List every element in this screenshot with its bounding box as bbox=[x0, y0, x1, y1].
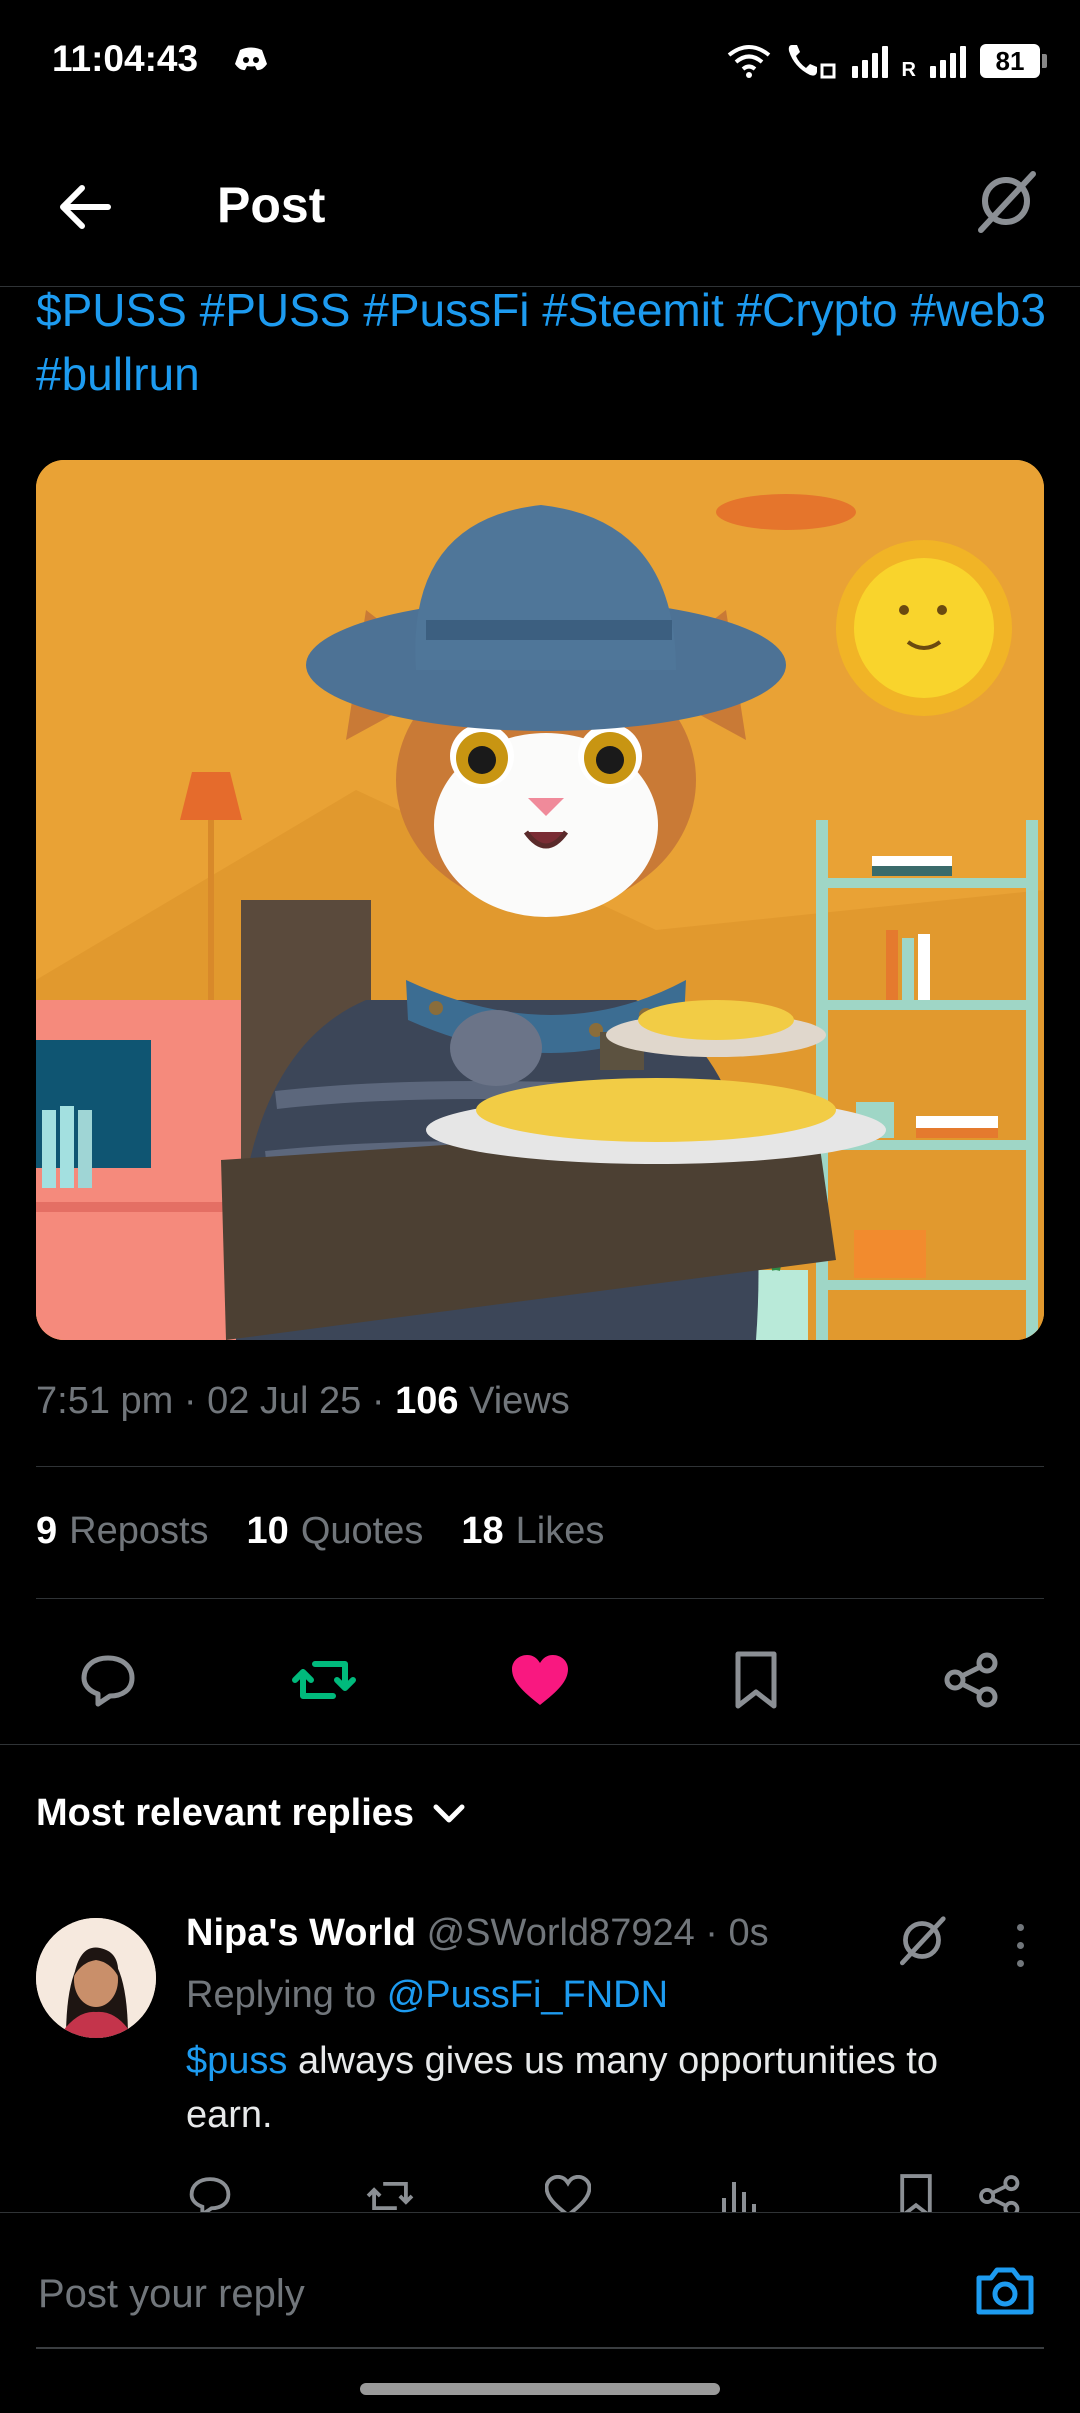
stats-divider bbox=[36, 1598, 1044, 1599]
discord-icon bbox=[235, 47, 267, 71]
reply-time: 0s bbox=[728, 1912, 769, 1954]
back-button[interactable] bbox=[50, 172, 120, 242]
repost-icon bbox=[292, 1661, 356, 1699]
status-indicators: R 81 bbox=[726, 38, 1047, 84]
reposts-stat[interactable]: 9 Reposts bbox=[36, 1510, 209, 1553]
reply-input[interactable] bbox=[36, 2253, 940, 2335]
grok-button[interactable] bbox=[970, 165, 1042, 237]
page-title: Post bbox=[217, 177, 326, 233]
camera-icon bbox=[976, 2267, 1034, 2315]
signal-2-icon bbox=[930, 44, 966, 78]
grok-icon bbox=[899, 1916, 946, 1966]
post-stats: 9 Reposts 10 Quotes 18 Likes bbox=[36, 1510, 604, 1553]
cat-illustration bbox=[36, 460, 1044, 1340]
likes-stat[interactable]: 18 Likes bbox=[461, 1510, 604, 1553]
reply-cashtag[interactable]: $puss bbox=[186, 2040, 287, 2082]
reply-text: $puss always gives us many opportunities… bbox=[186, 2034, 1026, 2142]
like-button[interactable] bbox=[500, 1640, 580, 1720]
more-icon[interactable] bbox=[1000, 1918, 1040, 1972]
share-button[interactable] bbox=[932, 1640, 1012, 1720]
battery-level: 81 bbox=[995, 45, 1025, 76]
repost-button[interactable] bbox=[284, 1640, 364, 1720]
avatar-image bbox=[36, 1918, 156, 2038]
replying-to-handle[interactable]: @PussFi_FNDN bbox=[387, 1974, 668, 2016]
wifi-icon bbox=[727, 45, 770, 78]
post-date: 02 Jul 25 bbox=[207, 1380, 362, 1422]
share-icon bbox=[944, 1652, 998, 1708]
actions-divider bbox=[0, 1744, 1080, 1745]
post-meta: 7:51 pm · 02 Jul 25 · 106 Views bbox=[36, 1380, 570, 1422]
heart-icon bbox=[512, 1655, 568, 1705]
meta-divider bbox=[36, 1466, 1044, 1467]
reply-author-name[interactable]: Nipa's World bbox=[186, 1912, 416, 1954]
heart-icon bbox=[545, 2175, 591, 2217]
avatar[interactable] bbox=[36, 1918, 156, 2038]
post-time: 7:51 pm bbox=[36, 1380, 174, 1422]
reply-body: always gives us many opportunities to ea… bbox=[186, 2040, 938, 2136]
reply-header: Nipa's World @SWorld87924 · 0s bbox=[186, 1912, 769, 1954]
signal-1-icon bbox=[851, 44, 888, 78]
views-count[interactable]: 106 bbox=[395, 1380, 458, 1422]
bookmark-button[interactable] bbox=[716, 1640, 796, 1720]
home-indicator[interactable] bbox=[360, 2383, 720, 2395]
replying-to: Replying to @PussFi_FNDN bbox=[186, 1974, 669, 2016]
wifi-call-icon bbox=[788, 45, 836, 79]
sun-graphic bbox=[836, 540, 1012, 716]
chevron-down-icon bbox=[433, 1804, 465, 1822]
reply-button[interactable] bbox=[68, 1640, 148, 1720]
views-label[interactable]: Views bbox=[469, 1380, 570, 1422]
compose-bar bbox=[0, 2212, 1080, 2413]
back-arrow-icon bbox=[60, 185, 111, 229]
reply-author-handle[interactable]: @SWorld87924 bbox=[427, 1912, 695, 1954]
bookmark-icon bbox=[735, 1651, 777, 1709]
status-time: 11:04:43 bbox=[52, 38, 199, 79]
quotes-stat[interactable]: 10 Quotes bbox=[247, 1510, 424, 1553]
sim-label: R bbox=[901, 59, 916, 81]
grok-icon bbox=[978, 171, 1036, 233]
battery-icon: 81 bbox=[980, 44, 1047, 78]
replies-sort-dropdown[interactable]: Most relevant replies bbox=[36, 1792, 466, 1835]
camera-button[interactable] bbox=[972, 2257, 1038, 2323]
post-image[interactable] bbox=[36, 460, 1044, 1340]
replies-sort-label: Most relevant replies bbox=[36, 1792, 415, 1834]
reply-grok-button[interactable] bbox=[890, 1908, 954, 1972]
reply-icon bbox=[81, 1655, 135, 1707]
compose-divider bbox=[36, 2347, 1044, 2349]
post-hashtags[interactable]: $PUSS #PUSS #PussFi #Steemit #Crypto #we… bbox=[36, 278, 1046, 406]
